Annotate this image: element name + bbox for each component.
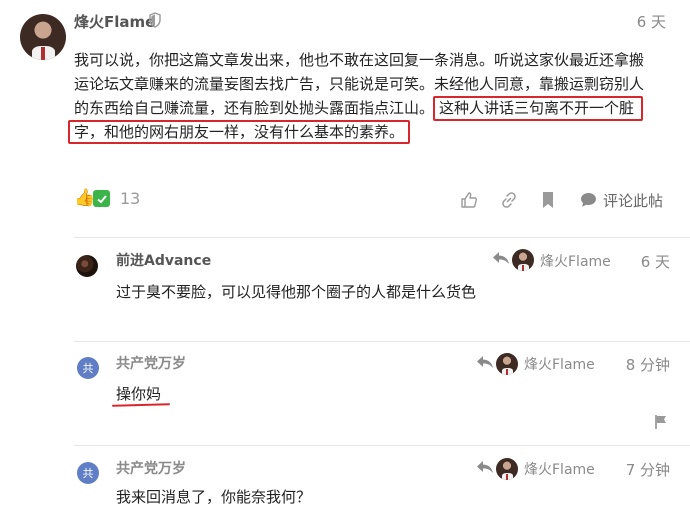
reply-divider [74, 341, 690, 342]
reply-time[interactable]: 6 天 [641, 251, 670, 272]
reply-to-post-button[interactable]: 评论此帖 [603, 190, 663, 211]
reply-to-arrow-icon [492, 251, 510, 269]
thumbs-up-icon[interactable]: 👍 [74, 188, 95, 208]
reply-author-avatar[interactable]: 共 [77, 462, 99, 484]
like-icon[interactable] [460, 191, 478, 213]
post-text-line-2: 运论坛文章赚来的流量妄图去找广告，只能说是可笑。未经他人同意，靠搬运剽窃别人 [74, 75, 645, 93]
reply-author-name[interactable]: 共产党万岁 [116, 353, 186, 373]
reply-to-arrow-icon [476, 460, 494, 478]
comment-icon[interactable] [580, 192, 597, 212]
reply-divider [74, 445, 690, 446]
reply-time[interactable]: 7 分钟 [626, 459, 670, 480]
reply-time[interactable]: 8 分钟 [626, 354, 670, 375]
like-count: 13 [120, 189, 141, 208]
reply-divider [74, 237, 690, 238]
reply-to-arrow-icon [476, 355, 494, 373]
link-icon[interactable] [500, 191, 518, 213]
flag-icon[interactable] [654, 414, 668, 434]
reply-text: 我来回消息了，你能奈我何？ [116, 488, 312, 506]
reply-author-name[interactable]: 共产党万岁 [116, 458, 186, 478]
post-text-line-1: 我可以说，你把这篇文章发出来，他也不敢在这回复一条消息。听说这家伙最近还拿搬 [74, 51, 645, 69]
reply-to-avatar[interactable] [512, 249, 534, 271]
reply-to-name[interactable]: 烽火Flame [540, 251, 611, 271]
post-author-avatar[interactable] [20, 14, 66, 60]
post-time[interactable]: 6 天 [637, 11, 666, 32]
post-text-line-3: 的东西给自己赚流量，还有脸到处抛头露面指点江山。 [74, 99, 435, 117]
reply-to-name[interactable]: 烽火Flame [524, 459, 595, 479]
shield-icon [149, 12, 161, 32]
reply-author-avatar[interactable] [76, 255, 98, 277]
check-mark-icon[interactable] [93, 190, 110, 207]
reply-author-name[interactable]: 前进Advance [116, 250, 211, 270]
bookmark-icon[interactable] [541, 191, 555, 213]
reply-text: 操你妈 [116, 385, 162, 403]
reply-text: 过于臭不要脸，可以见得他那个圈子的人都是什么货色 [116, 283, 477, 301]
reply-author-avatar[interactable]: 共 [77, 357, 99, 379]
post-author-name[interactable]: 烽火Flame [74, 11, 155, 32]
reply-to-avatar[interactable] [496, 458, 518, 480]
highlight-box-top [433, 96, 643, 121]
reply-to-avatar[interactable] [496, 353, 518, 375]
highlight-underline [111, 403, 171, 407]
reply-to-name[interactable]: 烽火Flame [524, 354, 595, 374]
highlight-box-bottom [68, 120, 410, 144]
